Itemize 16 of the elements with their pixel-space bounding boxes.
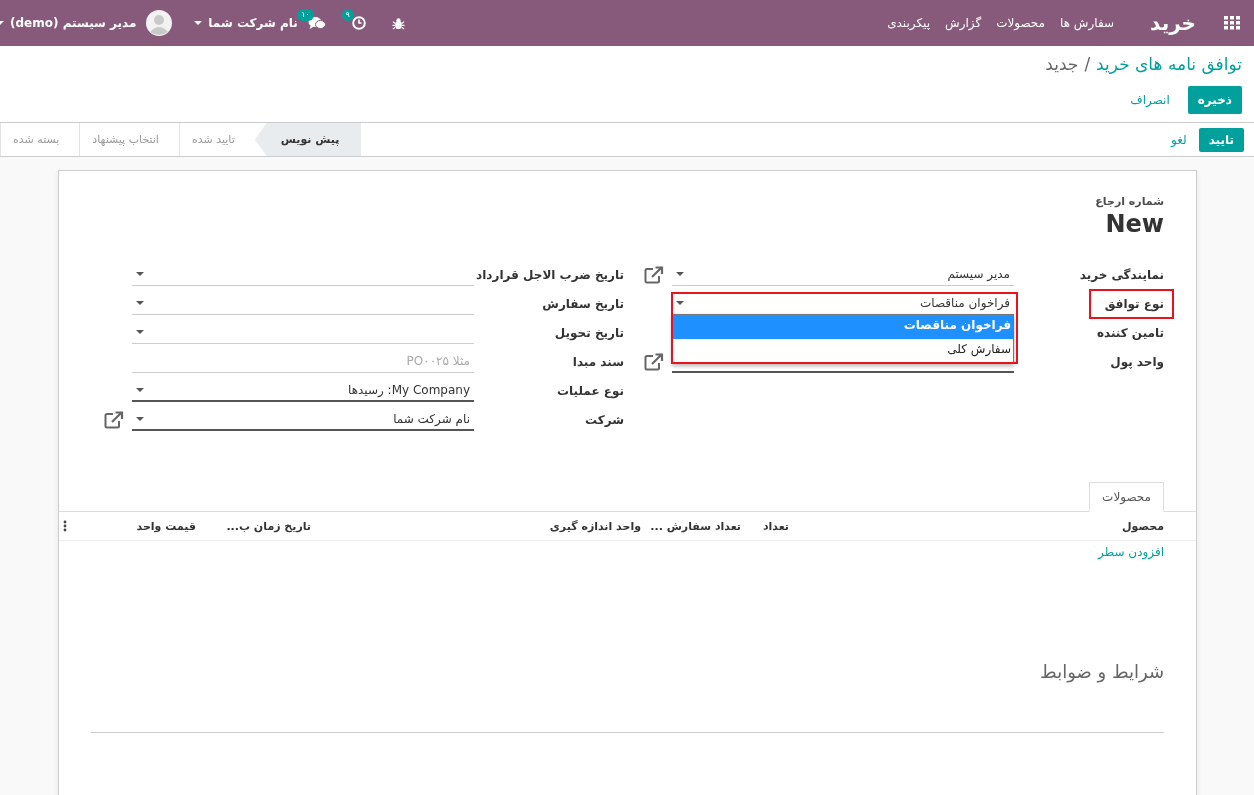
- field-label: تاریخ تحویل: [554, 324, 624, 342]
- field-label: تاریخ ضرب الاجل قرارداد: [476, 266, 624, 284]
- reference-label: شماره ارجاع: [1094, 195, 1164, 208]
- message-count-badge: ۱۰: [297, 9, 314, 21]
- field-label: سند مبدا: [572, 353, 624, 371]
- field-label: واحد پول: [1110, 353, 1164, 371]
- field-label: نمایندگی خرید: [1079, 266, 1164, 284]
- field-label: تامین کننده: [1096, 324, 1164, 342]
- field-label: شرکت: [585, 411, 624, 429]
- app-title: خرید: [1150, 11, 1196, 35]
- field-label: تاریخ سفارش: [542, 295, 624, 313]
- activity-count-badge: ۹: [341, 9, 354, 21]
- reference-value: New: [1104, 210, 1164, 238]
- field-label: نوع توافق: [1088, 288, 1174, 319]
- breadcrumb-separator: /: [1084, 54, 1091, 74]
- field-label: نوع عملیات: [557, 382, 624, 400]
